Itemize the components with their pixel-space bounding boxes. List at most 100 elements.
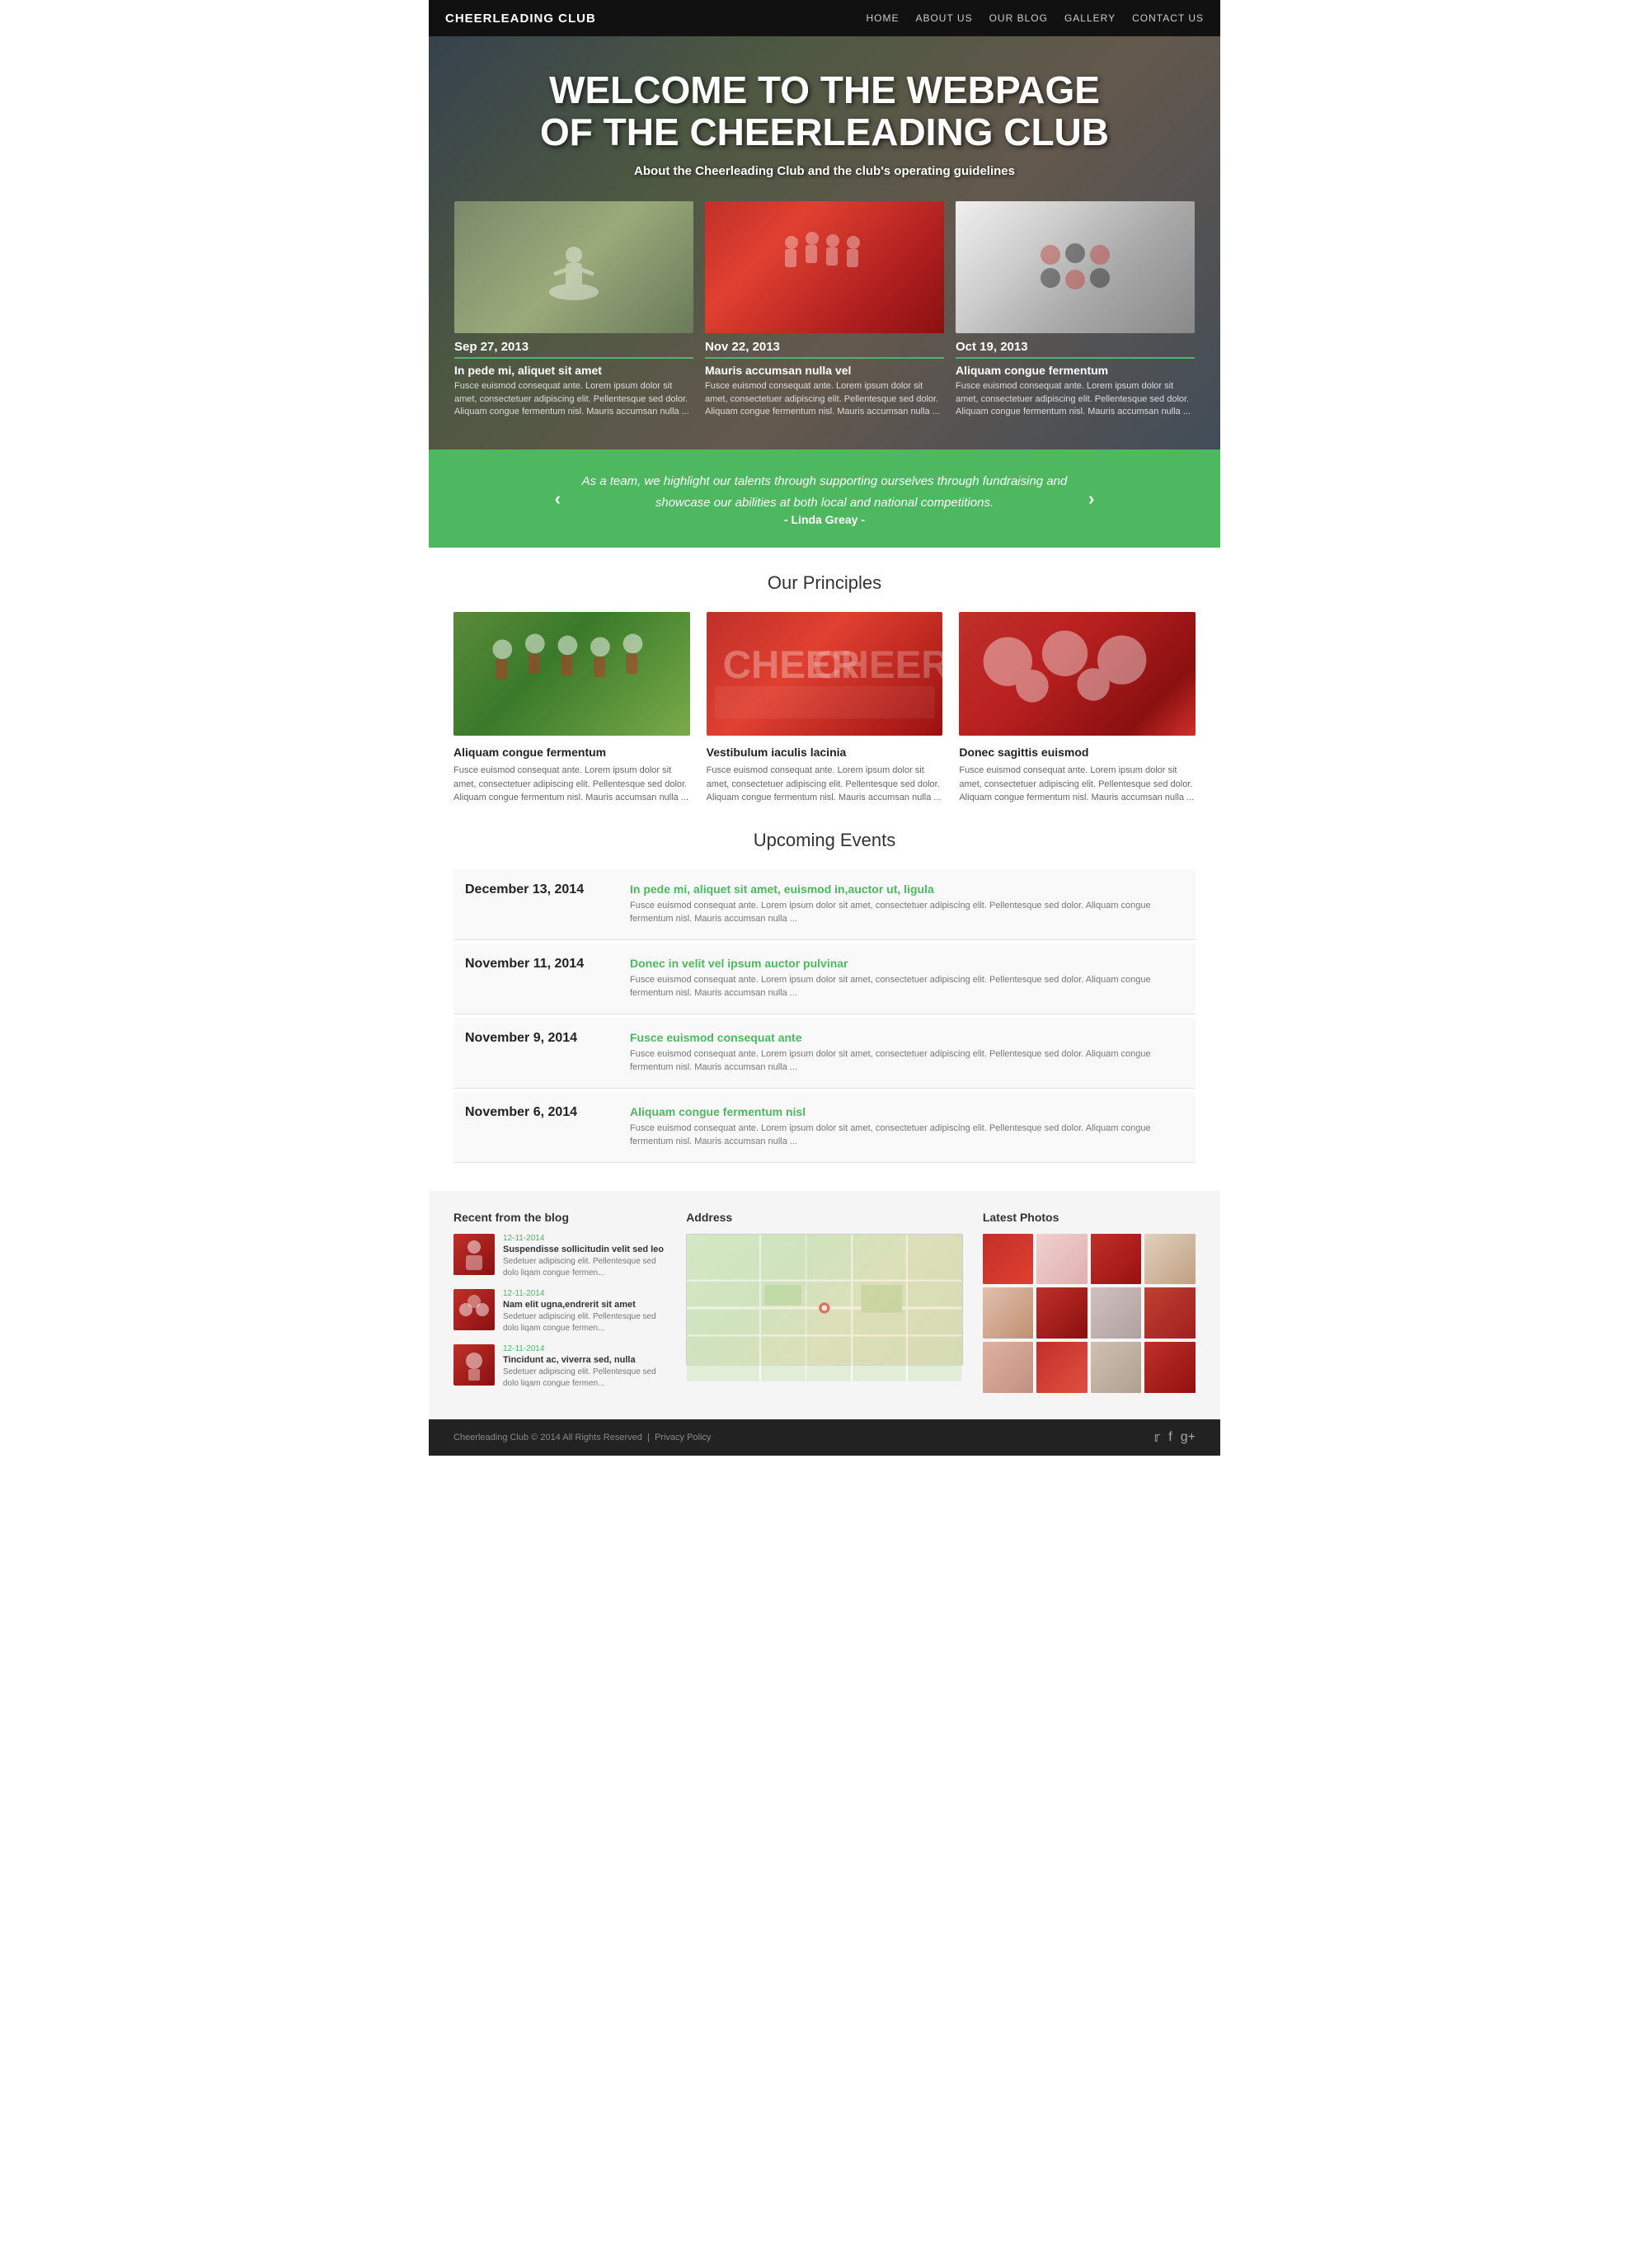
event-date-1: December 13, 2014: [465, 882, 630, 897]
hero-card-text-3: Fusce euismod consequat ante. Lorem ipsu…: [956, 380, 1195, 418]
hero-card-date-3: Oct 19, 2013: [956, 340, 1195, 359]
principle-card-1: Aliquam congue fermentum Fusce euismod c…: [453, 612, 690, 805]
blog-item-title-2[interactable]: Nam elit ugna,endrerit sit amet: [503, 1300, 666, 1310]
blog-item-date-2: 12-11-2014: [503, 1289, 666, 1298]
footer-top: Recent from the blog 12-11-2014 Suspendi…: [429, 1191, 1220, 1419]
event-content-2: Donec in velit vel ipsum auctor pulvinar…: [630, 957, 1184, 1000]
footer-photos-col: Latest Photos: [983, 1211, 1196, 1400]
footer-copyright: Cheerleading Club © 2014 All Rights Rese…: [453, 1433, 711, 1442]
principle-card-2: CHEER CHEER Vestibulum iaculis lacinia F…: [707, 612, 943, 805]
twitter-icon[interactable]: 𝕣: [1154, 1429, 1161, 1446]
main-nav: HOME ABOUT US OUR BLOG GALLERY CONTACT U…: [866, 12, 1204, 24]
blog-thumb-3[interactable]: [453, 1344, 495, 1386]
principle-text-3: Fusce euismod consequat ante. Lorem ipsu…: [959, 764, 1196, 805]
hero-card-text-2: Fusce euismod consequat ante. Lorem ipsu…: [705, 380, 944, 418]
quote-author: - Linda Greay -: [577, 513, 1072, 526]
photo-5[interactable]: [983, 1287, 1034, 1339]
nav-about[interactable]: ABOUT US: [915, 12, 972, 24]
nav-home[interactable]: HOME: [866, 12, 899, 24]
hero-card-image-3[interactable]: [956, 201, 1195, 333]
event-date-3: November 9, 2014: [465, 1031, 630, 1046]
hero-card-2: Nov 22, 2013 Mauris accumsan nulla vel F…: [705, 201, 944, 418]
principles-title: Our Principles: [453, 572, 1196, 594]
blog-item-content-3: 12-11-2014 Tincidunt ac, viverra sed, nu…: [503, 1344, 666, 1390]
principles-grid: Aliquam congue fermentum Fusce euismod c…: [453, 612, 1196, 805]
footer-blog-title: Recent from the blog: [453, 1211, 666, 1224]
principle-card-3: Donec sagittis euismod Fusce euismod con…: [959, 612, 1196, 805]
quote-prev-button[interactable]: ‹: [555, 488, 561, 510]
event-row-1: December 13, 2014 In pede mi, aliquet si…: [453, 869, 1196, 940]
blog-item-content-1: 12-11-2014 Suspendisse sollicitudin veli…: [503, 1234, 666, 1279]
blog-thumb-1[interactable]: [453, 1234, 495, 1275]
photo-12[interactable]: [1144, 1342, 1196, 1393]
googleplus-icon[interactable]: g+: [1181, 1430, 1196, 1445]
event-title-3[interactable]: Fusce euismod consequat ante: [630, 1031, 1184, 1044]
photo-11[interactable]: [1091, 1342, 1142, 1393]
hero-gallery: Sep 27, 2013 In pede mi, aliquet sit ame…: [454, 201, 1195, 418]
principle-image-3[interactable]: [959, 612, 1196, 736]
footer-photos-title: Latest Photos: [983, 1211, 1196, 1224]
photo-4[interactable]: [1144, 1234, 1196, 1285]
principle-image-1[interactable]: [453, 612, 690, 736]
blog-item-title-1[interactable]: Suspendisse sollicitudin velit sed leo: [503, 1245, 666, 1254]
photo-6[interactable]: [1036, 1287, 1088, 1339]
photo-8[interactable]: [1144, 1287, 1196, 1339]
event-title-4[interactable]: Aliquam congue fermentum nisl: [630, 1105, 1184, 1118]
hero-card-title-3: Aliquam congue fermentum: [956, 364, 1195, 377]
footer-address-col: Address: [686, 1211, 963, 1400]
nav-blog[interactable]: OUR BLOG: [989, 12, 1048, 24]
event-content-3: Fusce euismod consequat ante Fusce euism…: [630, 1031, 1184, 1075]
blog-item-date-3: 12-11-2014: [503, 1344, 666, 1353]
nav-contact[interactable]: CONTACT US: [1132, 12, 1204, 24]
principle-name-3: Donec sagittis euismod: [959, 746, 1196, 759]
event-title-2[interactable]: Donec in velit vel ipsum auctor pulvinar: [630, 957, 1184, 970]
photo-2[interactable]: [1036, 1234, 1088, 1285]
blog-item-text-2: Sedetuer adipiscing elit. Pellentesque s…: [503, 1311, 666, 1334]
blog-item-text-1: Sedetuer adipiscing elit. Pellentesque s…: [503, 1256, 666, 1279]
footer-bottom: Cheerleading Club © 2014 All Rights Rese…: [429, 1419, 1220, 1456]
quote-next-button[interactable]: ›: [1088, 488, 1094, 510]
map-placeholder[interactable]: [686, 1234, 963, 1366]
svg-text:CHEER: CHEER: [812, 643, 942, 687]
blog-thumb-2[interactable]: [453, 1289, 495, 1330]
hero-title: WELCOME TO THE WEBPAGE OF THE CHEERLEADI…: [536, 69, 1113, 153]
facebook-icon[interactable]: f: [1168, 1430, 1172, 1445]
principle-image-2[interactable]: CHEER CHEER: [707, 612, 943, 736]
blog-item-3: 12-11-2014 Tincidunt ac, viverra sed, nu…: [453, 1344, 666, 1390]
photo-3[interactable]: [1091, 1234, 1142, 1285]
events-section: Upcoming Events December 13, 2014 In ped…: [453, 830, 1196, 1163]
event-row-3: November 9, 2014 Fusce euismod consequat…: [453, 1018, 1196, 1089]
footer-blog-col: Recent from the blog 12-11-2014 Suspendi…: [453, 1211, 666, 1400]
quote-content: As a team, we highlight our talents thro…: [577, 471, 1072, 526]
social-icons: 𝕣 f g+: [1154, 1429, 1196, 1446]
blog-item-title-3[interactable]: Tincidunt ac, viverra sed, nulla: [503, 1355, 666, 1365]
footer-address-title: Address: [686, 1211, 963, 1224]
blog-item-date-1: 12-11-2014: [503, 1234, 666, 1243]
event-date-2: November 11, 2014: [465, 957, 630, 972]
event-row-2: November 11, 2014 Donec in velit vel ips…: [453, 943, 1196, 1014]
blog-item-2: 12-11-2014 Nam elit ugna,endrerit sit am…: [453, 1289, 666, 1334]
photo-9[interactable]: [983, 1342, 1034, 1393]
hero-card-title-2: Mauris accumsan nulla vel: [705, 364, 944, 377]
hero-card-image-1[interactable]: [454, 201, 693, 333]
event-desc-4: Fusce euismod consequat ante. Lorem ipsu…: [630, 1122, 1184, 1149]
hero-content: WELCOME TO THE WEBPAGE OF THE CHEERLEADI…: [536, 69, 1113, 201]
blog-item-text-3: Sedetuer adipiscing elit. Pellentesque s…: [503, 1367, 666, 1390]
hero-card-1: Sep 27, 2013 In pede mi, aliquet sit ame…: [454, 201, 693, 418]
hero-card-title-1: In pede mi, aliquet sit amet: [454, 364, 693, 377]
photo-10[interactable]: [1036, 1342, 1088, 1393]
principle-text-2: Fusce euismod consequat ante. Lorem ipsu…: [707, 764, 943, 805]
privacy-policy-link[interactable]: Privacy Policy: [655, 1433, 711, 1442]
site-header: CHEERLEADING CLUB HOME ABOUT US OUR BLOG…: [429, 0, 1220, 36]
photo-1[interactable]: [983, 1234, 1034, 1285]
nav-gallery[interactable]: GALLERY: [1064, 12, 1116, 24]
quote-banner: ‹ As a team, we highlight our talents th…: [429, 449, 1220, 548]
photo-7[interactable]: [1091, 1287, 1142, 1339]
event-title-1[interactable]: In pede mi, aliquet sit amet, euismod in…: [630, 882, 1184, 896]
blog-item-content-2: 12-11-2014 Nam elit ugna,endrerit sit am…: [503, 1289, 666, 1334]
hero-card-date-1: Sep 27, 2013: [454, 340, 693, 359]
hero-card-image-2[interactable]: [705, 201, 944, 333]
main-content: Our Principles Aliquam congue fermentum: [429, 548, 1220, 1191]
photos-grid: [983, 1234, 1196, 1393]
principle-name-2: Vestibulum iaculis lacinia: [707, 746, 943, 759]
